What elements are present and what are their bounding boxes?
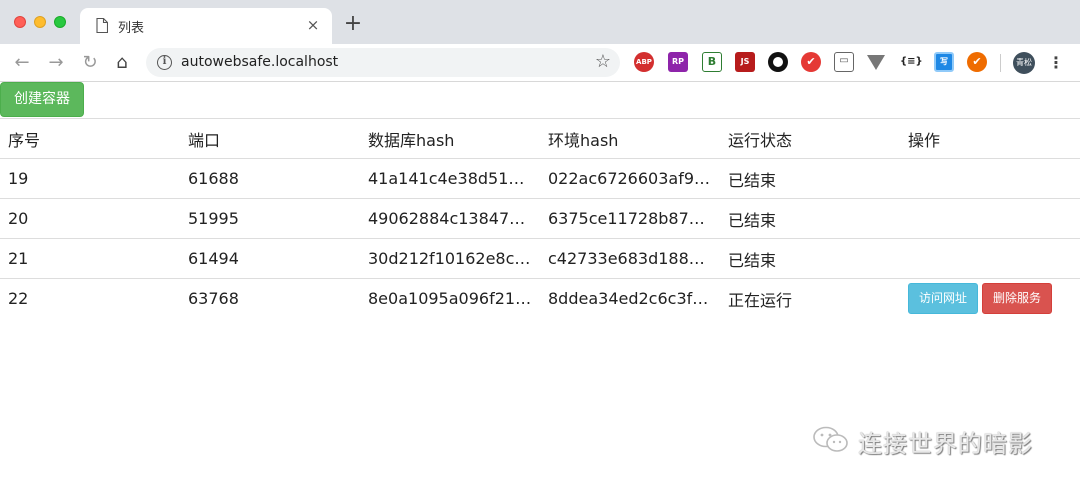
create-container-button[interactable]: 创建容器 [0,82,84,117]
delete-service-button[interactable]: 删除服务 [982,283,1053,315]
table-row: 20 51995 49062884c138470… 6375ce11728b87… [0,198,1080,239]
tab-title: 列表 [118,21,145,36]
header-env-hash: 环境hash [540,118,720,159]
header-status: 运行状态 [720,118,900,159]
home-icon[interactable]: ⌂ [111,52,133,74]
cell-db-hash: 30d212f10162e8ce… [360,238,540,279]
cell-port: 51995 [180,198,360,239]
json-viewer-icon[interactable]: {≡} [900,52,923,72]
js-extension-icon[interactable]: JS [735,52,755,72]
cell-actions: 访问网址 删除服务 [900,278,1080,319]
cell-env-hash: 8ddea34ed2c6c3f2… [540,278,720,319]
site-info-icon[interactable]: i [157,55,172,70]
back-arrow-icon[interactable]: ← [11,52,33,74]
cell-db-hash: 49062884c138470… [360,198,540,239]
wechat-icon [813,426,848,452]
cell-index: 19 [0,158,180,199]
writing-extension-icon[interactable]: 写 [934,52,954,72]
document-icon [96,18,108,33]
tv-extension-icon[interactable]: ▭ [834,52,854,72]
cell-env-hash: 022ac6726603af9e… [540,158,720,199]
profile-avatar[interactable]: 青松 [1013,52,1035,74]
table-row: 22 63768 8e0a1095a096f218… 8ddea34ed2c6c… [0,278,1080,319]
rocket-extension-icon[interactable]: ✔ [801,52,821,72]
circle-extension-icon[interactable] [768,52,788,72]
watermark-text: 连接世界的暗影 [858,430,1033,458]
header-port: 端口 [180,118,360,159]
header-actions: 操作 [900,118,1080,159]
table-row: 21 61494 30d212f10162e8ce… c42733e683d18… [0,238,1080,279]
maximize-window-button[interactable] [54,16,66,28]
adblock-plus-icon[interactable]: ABP [634,52,654,72]
cell-db-hash: 41a141c4e38d514… [360,158,540,199]
tab-close-icon[interactable]: × [304,15,322,35]
cell-actions [900,158,1080,199]
close-window-button[interactable] [14,16,26,28]
rp-extension-icon[interactable]: RP [668,52,688,72]
cell-env-hash: 6375ce11728b874… [540,198,720,239]
forward-arrow-icon[interactable]: → [45,52,67,74]
cell-db-hash: 8e0a1095a096f218… [360,278,540,319]
visit-url-button[interactable]: 访问网址 [908,283,979,315]
table-header-row: 序号 端口 数据库hash 环境hash 运行状态 操作 [0,118,1080,159]
cell-port: 63768 [180,278,360,319]
vue-devtools-icon[interactable] [867,55,885,70]
cell-status: 正在运行 [720,278,900,319]
cell-status: 已结束 [720,158,900,199]
header-index: 序号 [0,118,180,159]
orange-extension-icon[interactable]: ✔ [967,52,987,72]
browser-titlebar: 列表 × + [0,0,1080,44]
cell-port: 61494 [180,238,360,279]
more-menu-icon[interactable]: ⋮ [1047,51,1065,75]
cell-status: 已结束 [720,198,900,239]
cell-env-hash: c42733e683d1888f… [540,238,720,279]
new-tab-button[interactable]: + [342,12,364,36]
cell-actions [900,238,1080,279]
header-db-hash: 数据库hash [360,118,540,159]
address-bar[interactable]: i autowebsafe.localhost ☆ [146,48,620,77]
table-row: 19 61688 41a141c4e38d514… 022ac6726603af… [0,158,1080,199]
url-text[interactable]: autowebsafe.localhost [181,54,338,70]
cell-index: 21 [0,238,180,279]
cell-index: 22 [0,278,180,319]
cell-index: 20 [0,198,180,239]
green-leaf-extension-icon[interactable]: B [702,52,722,72]
cell-port: 61688 [180,158,360,199]
browser-tab[interactable]: 列表 × [80,8,332,44]
toolbar-divider [1000,54,1001,72]
minimize-window-button[interactable] [34,16,46,28]
bookmark-star-icon[interactable]: ☆ [595,51,611,72]
cell-actions [900,198,1080,239]
browser-toolbar: ← → ↻ ⌂ i autowebsafe.localhost ☆ ABP RP… [0,44,1080,82]
container-table: 序号 端口 数据库hash 环境hash 运行状态 操作 19 61688 41… [0,118,1080,319]
reload-icon[interactable]: ↻ [79,52,101,74]
cell-status: 已结束 [720,238,900,279]
